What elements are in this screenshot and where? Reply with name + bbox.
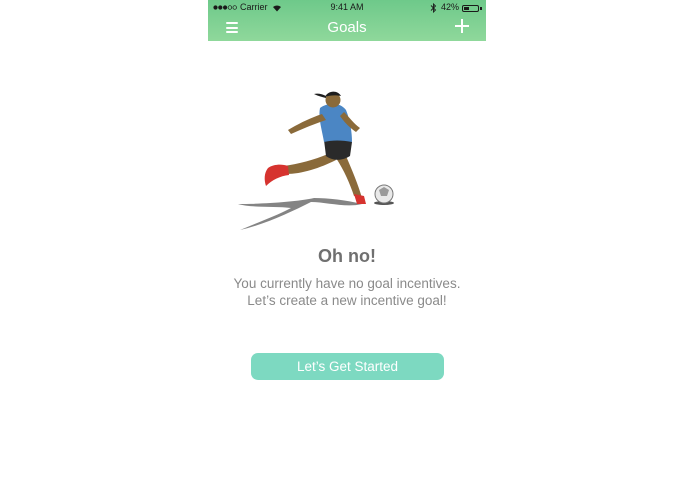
phone-screen: Carrier 9:41 AM 42% Goals Oh no! You cur… xyxy=(208,0,486,494)
page-title: Goals xyxy=(327,19,367,36)
plus-icon[interactable] xyxy=(455,19,469,33)
status-bar: Carrier 9:41 AM 42% xyxy=(208,2,486,15)
soccer-player-illustration xyxy=(238,91,394,230)
battery-icon xyxy=(462,5,479,12)
bluetooth-icon xyxy=(430,3,437,13)
battery-level xyxy=(464,7,470,10)
empty-state-heading: Oh no! xyxy=(318,246,376,266)
battery-nub xyxy=(480,7,482,10)
empty-state-message-line2: Let’s create a new incentive goal! xyxy=(247,293,447,308)
battery-percent: 42% xyxy=(441,2,460,12)
get-started-button[interactable]: Let’s Get Started xyxy=(251,353,444,380)
empty-state-message-line1: You currently have no goal incentives. xyxy=(233,276,461,291)
navigation-bar: Carrier 9:41 AM 42% Goals xyxy=(208,0,486,41)
